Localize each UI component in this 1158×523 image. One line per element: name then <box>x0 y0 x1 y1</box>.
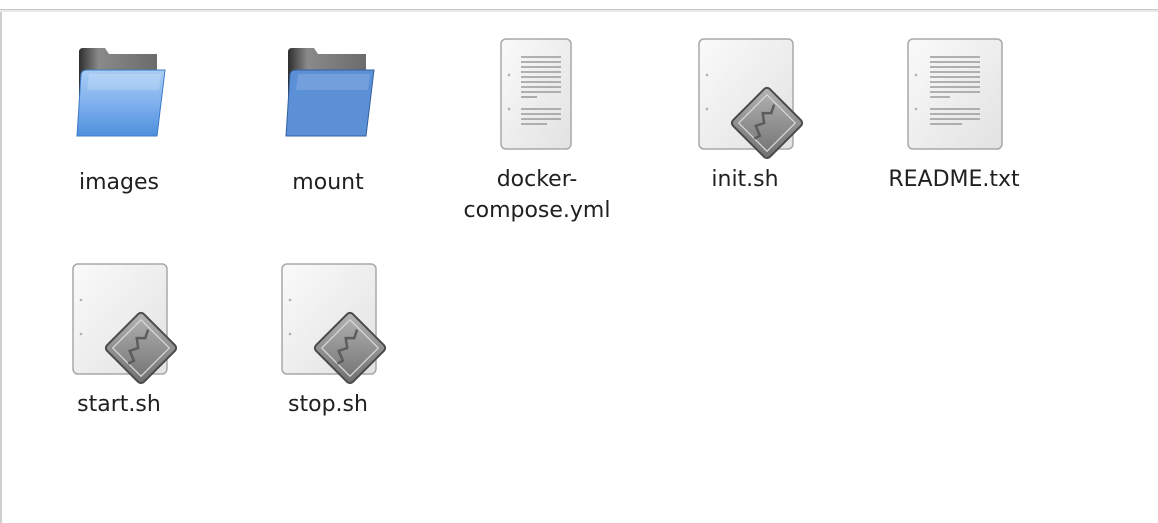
script-file-icon <box>69 262 178 385</box>
file-name: mount <box>292 170 364 195</box>
script-file-icon <box>695 37 804 160</box>
file-item-readme[interactable]: README.txt <box>864 37 1044 247</box>
file-item-images[interactable]: images <box>29 40 209 250</box>
text-file-icon <box>904 37 1004 150</box>
file-item-start-sh[interactable]: start.sh <box>29 262 209 472</box>
file-item-mount[interactable]: mount <box>238 40 418 250</box>
folder-icon <box>278 40 378 150</box>
file-name: docker-compose.yml <box>463 167 611 223</box>
file-item-init-sh[interactable]: init.sh <box>655 37 835 247</box>
script-file-icon <box>278 262 387 385</box>
file-item-docker-compose[interactable]: docker-compose.yml <box>447 37 627 247</box>
folder-icon <box>69 40 169 150</box>
file-name: images <box>79 170 159 195</box>
file-name: README.txt <box>888 167 1020 192</box>
file-name: start.sh <box>77 392 161 417</box>
text-file-icon <box>487 37 587 150</box>
file-item-stop-sh[interactable]: stop.sh <box>238 262 418 472</box>
icon-view: images mount docker- compose.yml init.sh… <box>0 0 1158 523</box>
file-name: init.sh <box>711 167 779 192</box>
file-name: stop.sh <box>288 392 368 417</box>
file-manager-window: images mount docker- compose.yml init.sh… <box>0 0 1158 523</box>
